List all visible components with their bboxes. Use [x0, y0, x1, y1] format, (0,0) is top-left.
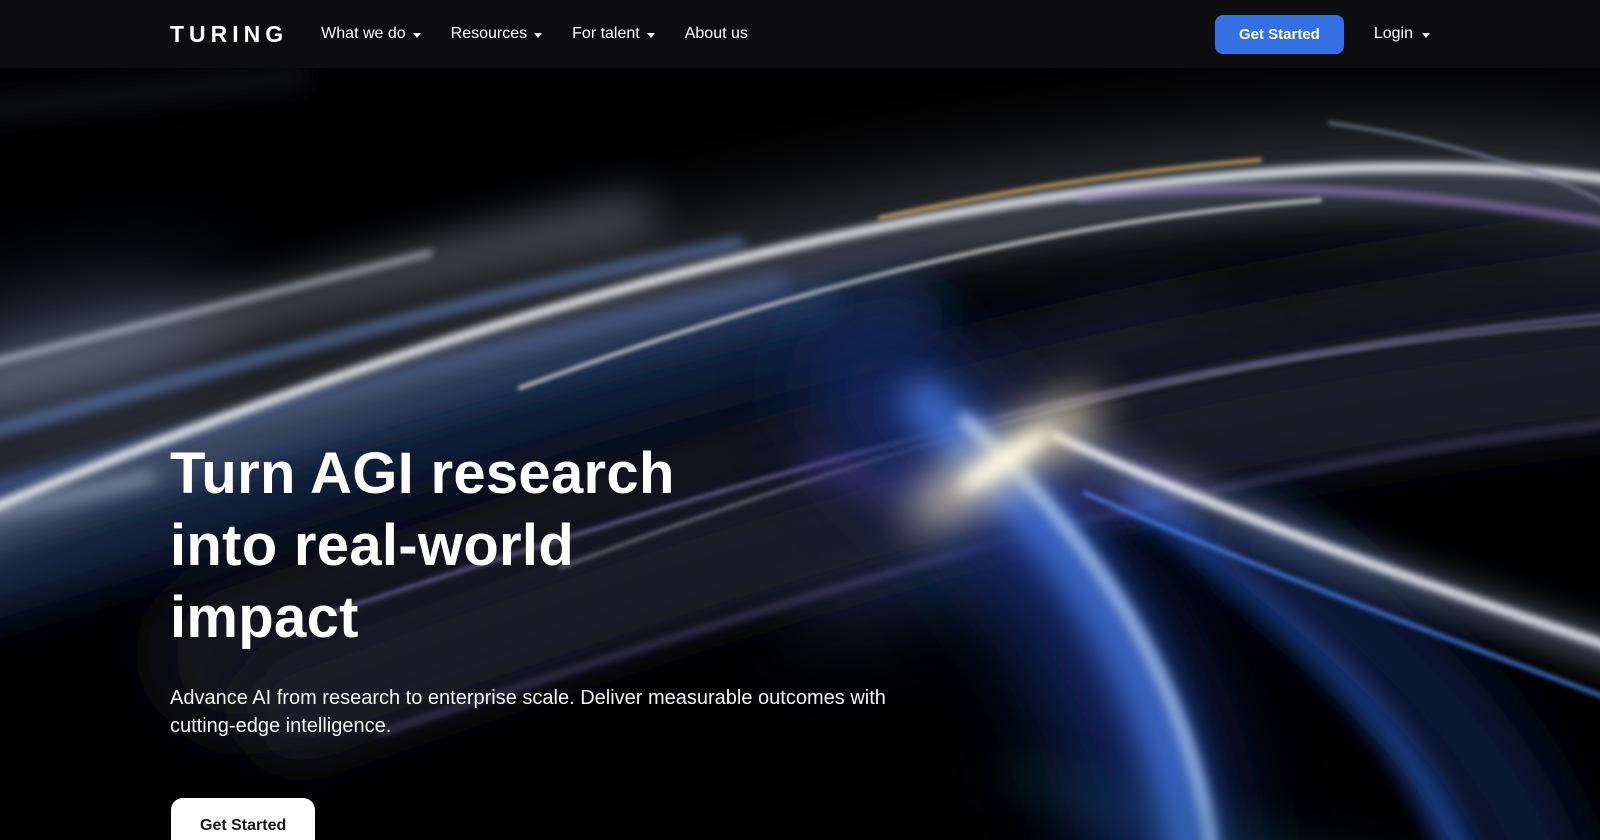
main-nav: What we do Resources For talent About us: [321, 25, 748, 43]
chevron-down-icon: [647, 33, 655, 38]
hero-heading-line: impact: [170, 582, 675, 654]
hero-subheading-line: cutting-edge intelligence.: [170, 712, 886, 740]
hero-section: Turn AGI research into real-world impact…: [0, 68, 1600, 840]
hero-heading-line: into real-world: [170, 510, 675, 582]
turing-logo[interactable]: TURING: [170, 21, 288, 48]
top-navbar: TURING What we do Resources For talent A…: [0, 0, 1600, 68]
login-label: Login: [1374, 25, 1413, 43]
nav-item-for-talent[interactable]: For talent: [572, 25, 655, 43]
hero-get-started-button[interactable]: Get Started: [171, 798, 315, 840]
chevron-down-icon: [413, 33, 421, 38]
nav-item-what-we-do[interactable]: What we do: [321, 25, 420, 43]
hero-subheading-line: Advance AI from research to enterprise s…: [170, 684, 886, 712]
nav-item-resources[interactable]: Resources: [451, 25, 542, 43]
hero-subheading: Advance AI from research to enterprise s…: [170, 684, 886, 740]
hero-content: Turn AGI research into real-world impact…: [0, 68, 1600, 840]
get-started-button[interactable]: Get Started: [1215, 15, 1344, 54]
navbar-actions: Get Started Login: [1215, 15, 1430, 54]
login-menu[interactable]: Login: [1374, 25, 1430, 43]
chevron-down-icon: [1422, 33, 1430, 38]
hero-heading-line: Turn AGI research: [170, 438, 675, 510]
nav-item-for-talent-label: For talent: [572, 25, 640, 43]
nav-item-about-us-label: About us: [685, 25, 748, 43]
nav-item-what-we-do-label: What we do: [321, 25, 405, 43]
nav-item-about-us[interactable]: About us: [685, 25, 748, 43]
hero-heading: Turn AGI research into real-world impact: [170, 438, 675, 654]
nav-item-resources-label: Resources: [451, 25, 527, 43]
page: TURING What we do Resources For talent A…: [0, 0, 1600, 840]
chevron-down-icon: [534, 33, 542, 38]
